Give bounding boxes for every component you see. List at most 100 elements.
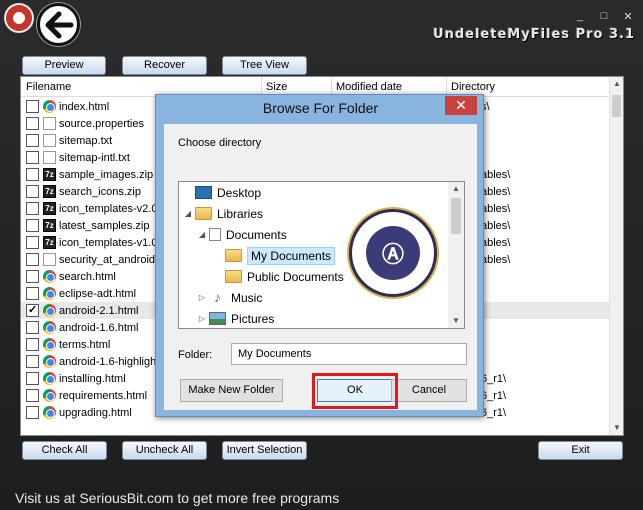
tree-item-label: Music: [231, 290, 263, 305]
expand-arrow-icon[interactable]: ◢: [183, 209, 193, 218]
row-checkbox[interactable]: [26, 270, 39, 283]
minimize-button[interactable]: _: [575, 10, 585, 23]
arrow-left-icon: [45, 11, 73, 38]
footer-text: Visit us at SeriousBit.com to get more f…: [15, 490, 340, 506]
row-checkbox[interactable]: [26, 355, 39, 368]
scroll-down-icon[interactable]: ▼: [610, 421, 623, 435]
row-checkbox[interactable]: [26, 202, 39, 215]
zip-icon: 7z: [43, 236, 56, 249]
column-modified[interactable]: Modified date: [336, 81, 402, 93]
uncheck-all-button[interactable]: Uncheck All: [122, 441, 207, 460]
tree-scroll-thumb[interactable]: [451, 198, 461, 234]
chrome-icon: [43, 355, 56, 368]
chrome-icon: [43, 406, 56, 419]
check-all-button[interactable]: Check All: [22, 441, 107, 460]
chrome-icon: [43, 389, 56, 402]
file-directory: ables\: [481, 236, 511, 249]
expand-arrow-icon[interactable]: ▷: [197, 314, 207, 323]
zip-icon: 7z: [43, 185, 56, 198]
tree-item-music[interactable]: ▷ ♪ Music: [197, 288, 262, 307]
tree-item-my-documents[interactable]: My Documents: [213, 246, 336, 265]
row-checkbox[interactable]: [26, 389, 39, 402]
file-directory: 6_r1\: [481, 372, 507, 385]
invert-selection-button[interactable]: Invert Selection: [222, 441, 307, 460]
row-checkbox[interactable]: [26, 406, 39, 419]
folder-tree[interactable]: Desktop ◢ Libraries ◢ Documents My Documents P…: [178, 181, 465, 329]
choose-directory-label: Choose directory: [178, 137, 262, 149]
file-name: android-1.6.html: [59, 321, 139, 334]
file-directory: ables\: [481, 219, 511, 232]
chrome-icon: [43, 270, 56, 283]
file-name: sitemap.txt: [59, 134, 113, 147]
back-button[interactable]: [37, 3, 80, 46]
tree-item-label: Documents: [226, 227, 287, 242]
scroll-up-icon[interactable]: ▲: [610, 77, 623, 91]
tree-scroll-up-icon[interactable]: ▲: [448, 182, 464, 196]
window-controls: _ □ ✕: [575, 10, 633, 23]
make-new-folder-button[interactable]: Make New Folder: [180, 379, 283, 402]
desktop-icon: [195, 186, 212, 199]
column-size[interactable]: Size: [266, 81, 287, 93]
file-name: sample_images.zip: [59, 168, 154, 181]
zip-icon: 7z: [43, 219, 56, 232]
tree-view-button[interactable]: Tree View: [222, 56, 307, 75]
folder-icon: [225, 249, 242, 262]
file-list-scrollbar[interactable]: ▲ ▼: [609, 77, 623, 435]
row-checkbox[interactable]: [26, 151, 39, 164]
column-filename[interactable]: Filename: [26, 81, 71, 93]
file-name: eclipse-adt.html: [59, 287, 137, 300]
text-file-icon: [43, 134, 56, 147]
music-icon: ♪: [214, 289, 221, 305]
file-name: latest_samples.zip: [59, 219, 150, 232]
folder-input[interactable]: My Documents: [231, 343, 467, 365]
file-name: security_at_android: [59, 253, 156, 266]
row-checkbox[interactable]: [26, 372, 39, 385]
scroll-thumb[interactable]: [612, 95, 621, 117]
file-name: requirements.html: [59, 389, 148, 402]
tree-scrollbar[interactable]: ▲ ▼: [448, 182, 464, 328]
row-checkbox[interactable]: [26, 219, 39, 232]
file-directory: 6_r1\: [481, 389, 507, 402]
row-checkbox[interactable]: [26, 253, 39, 266]
row-checkbox[interactable]: [26, 100, 39, 113]
chrome-icon: [43, 372, 56, 385]
tree-item-pictures[interactable]: ▷ Pictures: [197, 309, 274, 328]
tree-scroll-down-icon[interactable]: ▼: [448, 314, 464, 328]
tree-item-label: Desktop: [217, 185, 262, 200]
row-checkbox[interactable]: [26, 185, 39, 198]
text-file-icon: [43, 151, 56, 164]
recover-button[interactable]: Recover: [122, 56, 207, 75]
expand-arrow-icon[interactable]: ▷: [197, 293, 207, 302]
file-name: icon_templates-v1.0: [59, 236, 158, 249]
close-window-button[interactable]: ✕: [623, 10, 633, 23]
chrome-icon: [43, 338, 56, 351]
cancel-button[interactable]: Cancel: [391, 379, 467, 402]
row-checkbox[interactable]: [26, 134, 39, 147]
tree-item-desktop[interactable]: Desktop: [183, 183, 261, 202]
file-name: icon_templates-v2.0: [59, 202, 158, 215]
row-checkbox[interactable]: [26, 338, 39, 351]
ok-highlight-box: [312, 373, 398, 409]
row-checkbox[interactable]: [26, 236, 39, 249]
tree-item-public-documents[interactable]: Public Documents: [213, 267, 344, 286]
preview-button[interactable]: Preview: [22, 56, 106, 75]
row-checkbox[interactable]: [26, 117, 39, 130]
expand-arrow-icon[interactable]: ◢: [197, 230, 207, 239]
dialog-close-button[interactable]: ✕: [445, 96, 477, 115]
row-checkbox[interactable]: [26, 321, 39, 334]
tree-item-label: Public Documents: [247, 269, 344, 284]
exit-button[interactable]: Exit: [538, 441, 623, 460]
file-directory: ables\: [481, 202, 511, 215]
file-name: index.html: [59, 100, 110, 113]
row-checkbox[interactable]: [26, 287, 39, 300]
tree-item-documents[interactable]: ◢ Documents: [197, 225, 287, 244]
row-checkbox[interactable]: [26, 303, 39, 317]
row-checkbox[interactable]: [26, 168, 39, 181]
watermark-logo-icon: Ⓐ: [349, 209, 437, 297]
file-name: installing.html: [59, 372, 126, 385]
file-name: android-1.6-highligh: [59, 355, 157, 368]
browse-folder-dialog: Browse For Folder ✕ Choose directory Des…: [155, 94, 484, 417]
tree-item-libraries[interactable]: ◢ Libraries: [183, 204, 263, 223]
column-directory[interactable]: Directory: [451, 81, 495, 93]
maximize-button[interactable]: □: [599, 10, 609, 23]
